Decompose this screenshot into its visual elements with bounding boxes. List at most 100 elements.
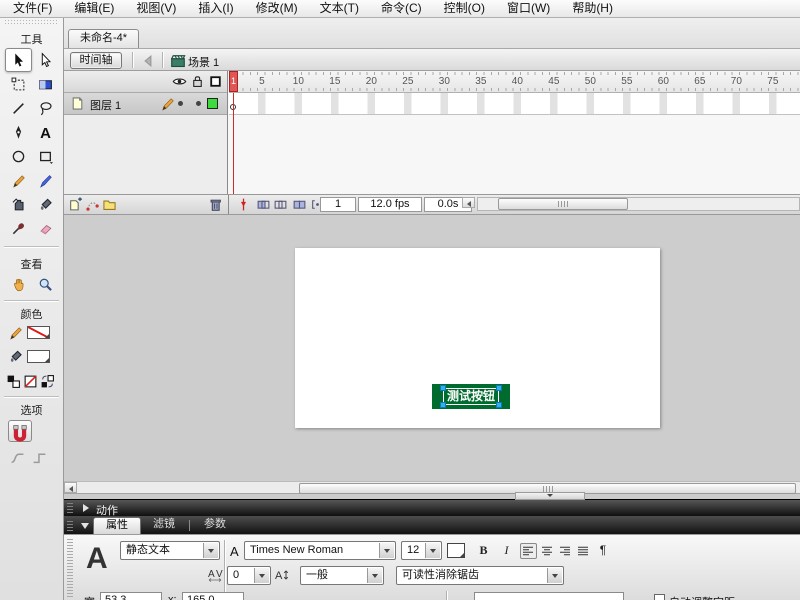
actions-panel-header[interactable]: 动作	[64, 499, 800, 517]
oval-tool[interactable]	[5, 144, 32, 168]
timeline-scroll-left-arrow[interactable]	[462, 197, 475, 208]
menu-item-modify[interactable]: 修改(M)	[245, 0, 309, 17]
selection-handle-bottom-right[interactable]	[496, 402, 502, 408]
smooth-button[interactable]	[10, 450, 32, 466]
selection-tool[interactable]	[5, 48, 32, 72]
menu-item-file[interactable]: 文件(F)	[2, 0, 63, 17]
align-center-button[interactable]	[539, 543, 556, 559]
center-frame-button[interactable]	[236, 197, 252, 213]
playhead[interactable]: 1	[229, 71, 238, 92]
menu-item-text[interactable]: 文本(T)	[309, 0, 370, 17]
black-white-button[interactable]	[6, 374, 23, 389]
timeline-ruler[interactable]: 15101520253035404550556065707580	[229, 71, 800, 93]
panel-gripper[interactable]	[67, 519, 73, 531]
stage-canvas[interactable]: 测试按钮	[295, 248, 660, 428]
timeline-frames-area[interactable]: 15101520253035404550556065707580	[229, 71, 800, 194]
stage-pasteboard[interactable]: 测试按钮	[64, 215, 800, 481]
text-direction-button[interactable]: ¶	[595, 543, 611, 557]
menu-item-view[interactable]: 视图(V)	[125, 0, 187, 17]
bold-button[interactable]: B	[474, 542, 493, 560]
test-button-shape[interactable]: 测试按钮	[432, 384, 510, 409]
layer-frame-strip[interactable]	[229, 93, 800, 115]
antialias-select[interactable]: 可读性消除锯齿	[396, 566, 564, 585]
zoom-tool[interactable]	[32, 272, 59, 296]
swap-colors-button[interactable]	[40, 374, 57, 389]
brush-tool[interactable]	[32, 168, 59, 192]
align-right-button[interactable]	[557, 543, 574, 559]
scene-breadcrumb[interactable]: 场景 1	[188, 54, 219, 70]
layer-lock-dot[interactable]	[196, 101, 201, 106]
lock-layers-icon[interactable]	[190, 74, 206, 90]
layer-outline-swatch[interactable]	[207, 98, 218, 109]
tab-properties[interactable]: 属性	[93, 517, 141, 534]
pencil-tool[interactable]	[5, 168, 32, 192]
panel-collapse-handle[interactable]	[515, 492, 585, 500]
text-fill-color-swatch[interactable]	[447, 543, 465, 558]
timeline-toggle-button[interactable]: 时间轴	[70, 52, 122, 69]
text-type-select[interactable]: 静态文本	[120, 541, 220, 560]
line-tool[interactable]	[5, 96, 32, 120]
ink-bottle-tool[interactable]	[5, 192, 32, 216]
tab-filters[interactable]: 滤镜	[141, 517, 187, 534]
add-motion-guide-button[interactable]	[85, 197, 101, 213]
menu-item-window[interactable]: 窗口(W)	[496, 0, 561, 17]
layer-visibility-dot[interactable]	[178, 101, 183, 106]
stroke-color-swatch[interactable]	[27, 326, 50, 340]
insert-layer-folder-button[interactable]	[102, 197, 118, 213]
expanded-disclosure-icon[interactable]	[81, 523, 89, 529]
panel-gripper[interactable]	[67, 538, 73, 597]
menu-item-control[interactable]: 控制(O)	[433, 0, 496, 17]
fill-color-swatch[interactable]	[27, 350, 50, 364]
straighten-button[interactable]	[32, 450, 54, 466]
pen-tool[interactable]	[5, 120, 32, 144]
menu-item-insert[interactable]: 插入(I)	[187, 0, 244, 17]
align-left-button[interactable]	[520, 543, 537, 559]
stage-scroll-left-arrow[interactable]	[64, 482, 77, 493]
menu-item-edit[interactable]: 编辑(E)	[63, 0, 125, 17]
selected-text-field[interactable]: 测试按钮	[439, 385, 502, 408]
onion-skin-outlines-button[interactable]	[273, 197, 289, 213]
layer-name[interactable]: 图层 1	[90, 97, 121, 113]
paint-bucket-tool[interactable]	[32, 192, 59, 216]
timeline-scrollbar-thumb[interactable]	[498, 198, 628, 210]
eraser-tool[interactable]	[32, 216, 59, 240]
collapsed-disclosure-icon[interactable]	[83, 504, 89, 512]
font-size-select[interactable]: 12	[401, 541, 442, 560]
menu-item-help[interactable]: 帮助(H)	[561, 0, 624, 17]
frame-rate-indicator[interactable]: 12.0 fps	[358, 197, 422, 212]
lasso-tool[interactable]	[32, 96, 59, 120]
insert-layer-button[interactable]	[68, 197, 84, 213]
panel-gripper[interactable]	[67, 503, 73, 513]
width-input[interactable]: 53.3	[100, 592, 162, 600]
align-justify-button[interactable]	[575, 543, 592, 559]
link-input[interactable]	[474, 592, 624, 600]
auto-kern-checkbox[interactable]	[654, 594, 665, 600]
gradient-transform-tool[interactable]	[32, 72, 59, 96]
show-hide-layers-icon[interactable]	[172, 74, 188, 90]
menu-item-commands[interactable]: 命令(C)	[370, 0, 433, 17]
free-transform-tool[interactable]	[5, 72, 32, 96]
document-tab[interactable]: 未命名-4*	[68, 29, 140, 48]
timeline-horizontal-scrollbar[interactable]	[477, 197, 800, 211]
back-arrow-icon[interactable]	[140, 53, 156, 68]
outline-layers-icon[interactable]	[208, 74, 224, 90]
font-family-select[interactable]: Times New Roman	[244, 541, 396, 560]
text-tool[interactable]: A	[32, 120, 59, 144]
delete-layer-button[interactable]	[208, 197, 224, 213]
x-input[interactable]: 165.0	[182, 592, 244, 600]
selection-handle-bottom-left[interactable]	[439, 402, 446, 408]
eyedropper-tool[interactable]	[5, 216, 32, 240]
tab-parameters[interactable]: 参数	[192, 517, 238, 534]
character-position-select[interactable]: 一般	[300, 566, 384, 585]
no-color-button[interactable]	[23, 374, 40, 389]
hand-tool[interactable]	[5, 272, 32, 296]
selection-handle-top-left[interactable]	[439, 385, 446, 391]
layer-row[interactable]: 图层 1	[64, 93, 227, 115]
panel-gripper[interactable]	[5, 20, 58, 24]
italic-button[interactable]: I	[497, 542, 516, 560]
snap-to-objects-button[interactable]	[8, 420, 32, 442]
subselection-tool[interactable]	[32, 48, 59, 72]
letter-spacing-select[interactable]: 0	[227, 566, 271, 585]
onion-skin-button[interactable]	[256, 197, 272, 213]
rectangle-tool[interactable]	[32, 144, 59, 168]
